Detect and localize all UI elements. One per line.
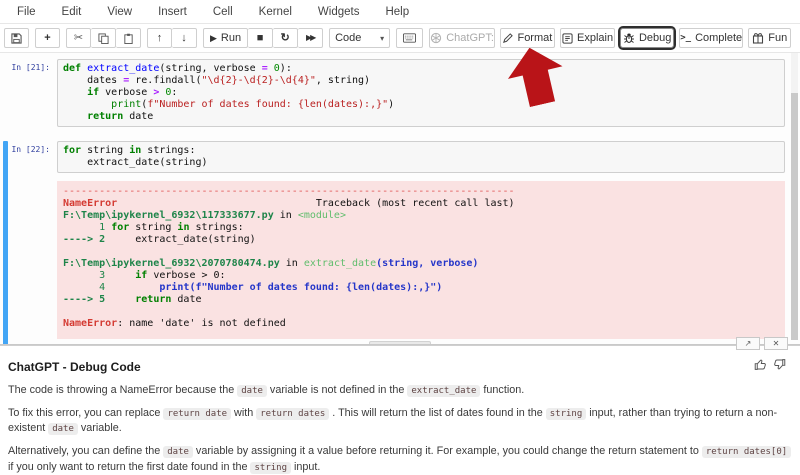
paste-cell-button[interactable] (116, 28, 141, 48)
menu-kernel[interactable]: Kernel (246, 2, 305, 22)
menu-widgets[interactable]: Widgets (305, 2, 373, 22)
feedback-buttons (754, 358, 786, 376)
panel-window-buttons: ↗ ✕ (736, 337, 788, 350)
scissors-icon: ✂ (73, 31, 84, 44)
menu-edit[interactable]: Edit (49, 2, 95, 22)
cut-cell-button[interactable]: ✂ (66, 28, 91, 48)
notebook-scrollbar[interactable] (791, 53, 798, 340)
menu-file[interactable]: File (4, 2, 49, 22)
cell-type-select[interactable]: Code ▾ (329, 28, 391, 48)
input-prompt: In [22]: (11, 145, 50, 154)
gift-icon (752, 32, 764, 44)
toolbar: + ✂ ↑ ↓ ▶ Run ■ ↻ ▶▶ Code ▾ ChatGPT: For… (0, 24, 800, 53)
panel-title: ChatGPT - Debug Code (8, 360, 141, 374)
thumbs-up-icon[interactable] (754, 358, 767, 376)
input-prompt: In [21]: (11, 63, 50, 72)
explain-label: Explain (577, 32, 614, 44)
save-icon (11, 32, 22, 44)
code-editor[interactable]: def extract_date(string, verbose = 0): d… (57, 59, 785, 127)
complete-label: Complete (695, 32, 743, 44)
error-traceback-output: ----------------------------------------… (57, 181, 785, 339)
chatgpt-button[interactable]: ChatGPT: (429, 28, 496, 48)
copy-cell-button[interactable] (91, 28, 116, 48)
panel-paragraph-3: Alternatively, you can define the date v… (8, 444, 792, 475)
restart-icon: ↻ (280, 31, 290, 44)
restart-kernel-button[interactable]: ↻ (273, 28, 299, 48)
menu-bar: File Edit View Insert Cell Kernel Widget… (0, 0, 800, 24)
run-button[interactable]: ▶ Run (203, 28, 249, 48)
document-icon (562, 32, 573, 44)
cell-type-value: Code (335, 32, 362, 44)
add-cell-button[interactable]: + (35, 28, 60, 48)
restart-run-all-button[interactable]: ▶▶ (298, 28, 324, 48)
arrow-up-icon: ↑ (156, 31, 163, 44)
command-palette-button[interactable] (396, 28, 424, 48)
menu-insert[interactable]: Insert (145, 2, 200, 22)
terminal-prompt-icon: >_ (680, 33, 692, 43)
open-in-window-button[interactable]: ↗ (736, 337, 760, 350)
fun-button[interactable]: Fun (748, 28, 791, 48)
save-button[interactable] (4, 28, 29, 48)
close-panel-button[interactable]: ✕ (764, 337, 788, 350)
format-button[interactable]: Format (500, 28, 555, 48)
keyboard-icon (403, 33, 417, 43)
panel-paragraph-1: The code is throwing a NameError because… (8, 384, 525, 397)
debug-button[interactable]: Debug (618, 26, 676, 50)
code-cell-21: In [21]: def extract_date(string, verbos… (0, 59, 800, 133)
code-cell-22: In [22]: for string in strings: extract_… (0, 141, 800, 344)
run-label: Run (220, 32, 242, 44)
complete-button[interactable]: >_ Complete (678, 28, 744, 48)
move-cell-down-button[interactable]: ↓ (172, 28, 197, 48)
chatgpt-panel: ↗ ✕ ChatGPT - Debug Code The code is thr… (0, 337, 800, 474)
notebook-area: In [21]: def extract_date(string, verbos… (0, 53, 800, 345)
chevron-down-icon: ▾ (380, 33, 385, 43)
clipboard-icon (123, 33, 134, 44)
play-icon: ▶ (210, 32, 217, 43)
move-cell-up-button[interactable]: ↑ (147, 28, 172, 48)
stop-icon: ■ (256, 31, 264, 44)
close-icon: ✕ (772, 339, 780, 348)
external-link-icon: ↗ (744, 339, 752, 348)
format-label: Format (517, 32, 553, 44)
copy-icon (97, 32, 109, 44)
panel-paragraph-2: To fix this error, you can replace retur… (8, 406, 778, 436)
debug-label: Debug (638, 32, 672, 44)
code-editor[interactable]: for string in strings: extract_date(stri… (57, 141, 785, 173)
scrollbar-thumb[interactable] (791, 93, 798, 340)
arrow-down-icon: ↓ (181, 31, 187, 44)
chatgpt-label: ChatGPT: (446, 32, 494, 44)
interrupt-kernel-button[interactable]: ■ (248, 28, 274, 48)
chatgpt-logo-icon (430, 32, 442, 44)
menu-cell[interactable]: Cell (200, 2, 246, 22)
thumbs-down-icon[interactable] (773, 358, 786, 376)
pen-icon (502, 32, 514, 44)
menu-view[interactable]: View (94, 2, 145, 22)
fast-forward-icon: ▶▶ (305, 33, 316, 42)
fun-label: Fun (768, 32, 788, 44)
plus-icon: + (44, 31, 51, 44)
menu-help[interactable]: Help (372, 2, 422, 22)
bug-icon (623, 32, 635, 44)
explain-button[interactable]: Explain (559, 28, 616, 48)
